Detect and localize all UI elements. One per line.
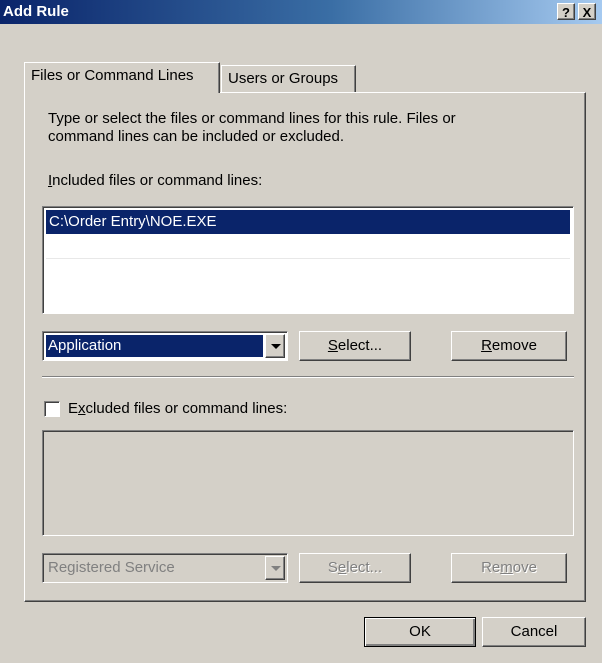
dropdown-selected-value: Registered Service <box>48 559 175 576</box>
window-title: Add Rule <box>3 3 69 20</box>
included-select-button[interactable]: Select... <box>299 331 411 361</box>
excluded-select-button: Select... <box>299 553 411 583</box>
excluded-checkbox[interactable] <box>44 401 60 417</box>
excluded-remove-button: Remove <box>451 553 567 583</box>
list-item[interactable]: C:\Order Entry\NOE.EXE <box>46 210 570 234</box>
description-line: Type or select the files or command line… <box>48 110 456 127</box>
tab-files-or-command-lines[interactable]: Files or Command Lines <box>24 62 220 93</box>
tab-users-or-groups[interactable]: Users or Groups <box>221 65 356 93</box>
dropdown-button[interactable] <box>265 334 285 358</box>
excluded-label: Excluded files or command lines: <box>68 400 288 417</box>
help-button[interactable]: ? <box>557 3 575 20</box>
ok-button[interactable]: OK <box>364 617 476 647</box>
tab-label: Users or Groups <box>228 70 339 87</box>
included-type-dropdown[interactable]: Application <box>42 331 288 361</box>
dropdown-button <box>265 556 285 580</box>
description-line: command lines can be included or exclude… <box>48 128 345 145</box>
excluded-type-dropdown: Registered Service <box>42 553 288 583</box>
tab-label: Files or Command Lines <box>31 67 194 84</box>
chevron-down-icon <box>271 566 281 571</box>
cancel-button[interactable]: Cancel <box>482 617 586 647</box>
list-empty-row <box>46 234 570 259</box>
included-remove-button[interactable]: Remove <box>451 331 567 361</box>
separator <box>42 376 574 378</box>
chevron-down-icon <box>271 344 281 349</box>
included-list[interactable]: C:\Order Entry\NOE.EXE <box>42 206 574 314</box>
dropdown-selected-value: Application <box>46 335 263 357</box>
included-label: Included files or command lines: <box>48 172 263 189</box>
close-button[interactable]: X <box>578 3 596 20</box>
description-text: Type or select the files or command line… <box>48 110 456 146</box>
excluded-list <box>42 430 574 536</box>
title-bar: Add Rule ? X <box>0 0 602 24</box>
